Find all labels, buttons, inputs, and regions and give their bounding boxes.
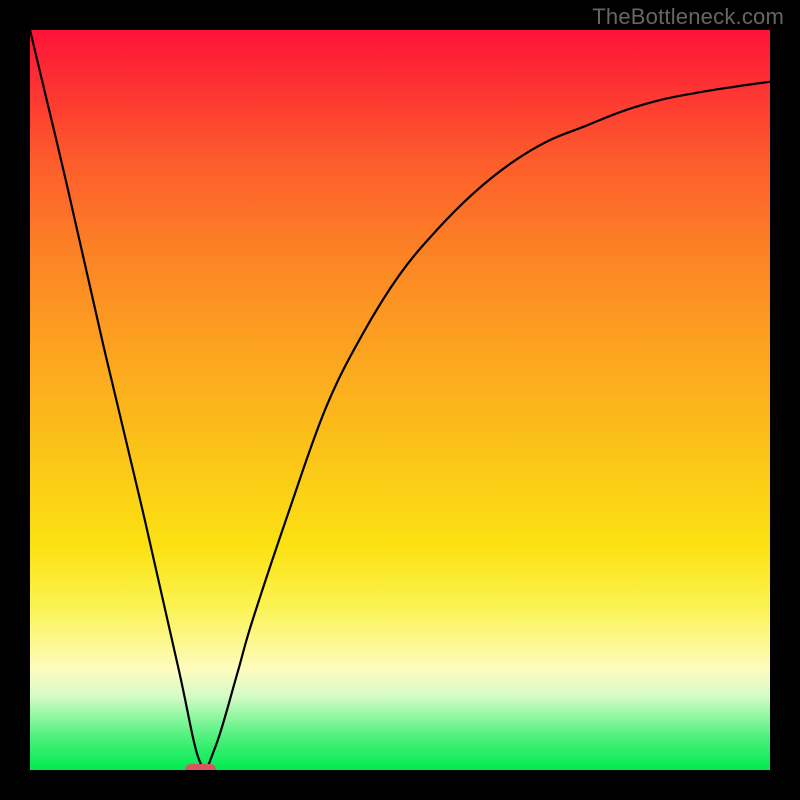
watermark-text: TheBottleneck.com bbox=[592, 4, 784, 30]
minimum-marker bbox=[185, 764, 216, 770]
chart-container: TheBottleneck.com bbox=[0, 0, 800, 800]
plot-area bbox=[30, 30, 770, 770]
gradient-background bbox=[30, 30, 770, 770]
